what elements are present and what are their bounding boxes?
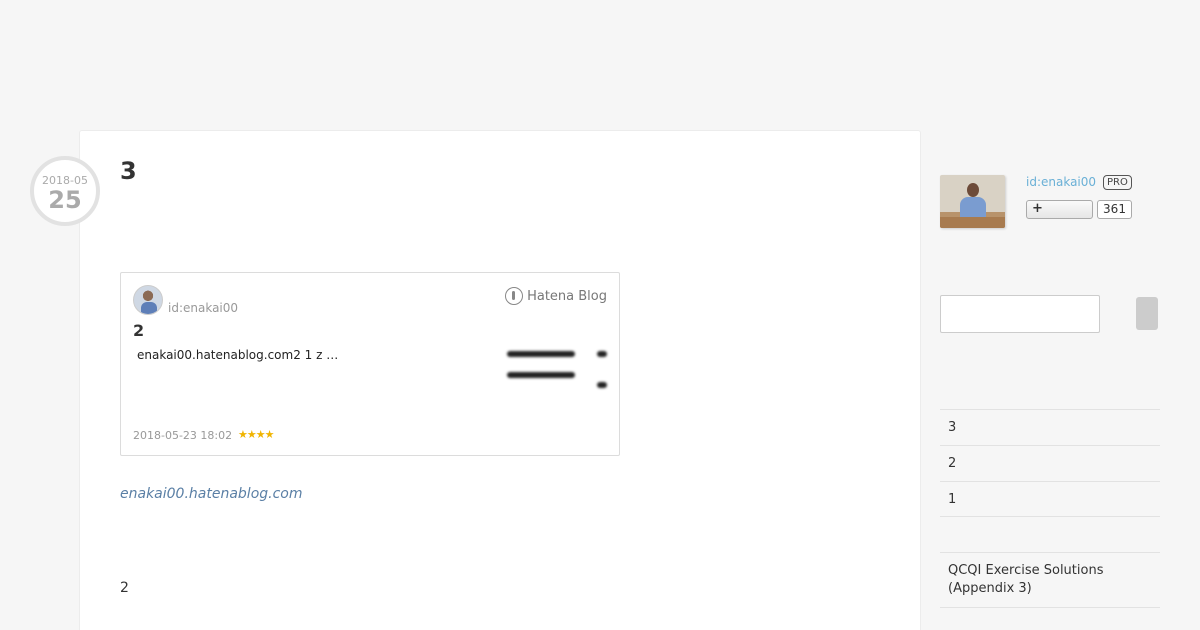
entry-title[interactable]: 3 — [120, 157, 137, 185]
entry-link[interactable]: enakai00.hatenablog.com — [120, 486, 303, 502]
date-day: 25 — [48, 186, 82, 214]
hatena-blog-logo[interactable]: Hatena Blog — [505, 287, 607, 305]
recent-entry-item[interactable]: 1 — [940, 481, 1160, 517]
author-avatar[interactable] — [133, 285, 163, 315]
recent-entries-list: 3 2 1 — [940, 409, 1160, 517]
thumbnail-stroke — [597, 351, 607, 357]
follow-button[interactable]: + — [1026, 200, 1093, 219]
profile-avatar-head — [967, 183, 979, 197]
hatena-stars[interactable]: ★★★★ — [238, 428, 274, 441]
embed-date: 2018-05-23 18:02 — [133, 429, 233, 442]
blog-embed-card[interactable]: id:enakai00 Hatena Blog 2 enakai00.haten… — [120, 272, 620, 456]
search-button[interactable] — [1136, 297, 1158, 330]
recent-entry-item[interactable]: 2 — [940, 445, 1160, 481]
plus-icon: + — [1032, 201, 1043, 216]
embed-author-id[interactable]: id:enakai00 — [168, 301, 238, 315]
category-list: QCQI Exercise Solutions (Appendix 3) — [940, 552, 1160, 608]
hatena-logo-text: Hatena Blog — [527, 288, 607, 304]
profile-id-link[interactable]: id:enakai00 — [1026, 175, 1096, 189]
entry-paragraph: 2 — [120, 580, 129, 596]
search-input[interactable] — [940, 295, 1100, 333]
profile-avatar-podium — [940, 217, 1005, 228]
follower-count[interactable]: 361 — [1097, 200, 1132, 219]
thumbnail-stroke — [507, 372, 575, 378]
embed-title[interactable]: 2 — [133, 321, 144, 340]
profile-avatar[interactable] — [940, 175, 1005, 228]
embed-thumbnail[interactable] — [507, 349, 607, 393]
profile-avatar-body — [960, 197, 986, 217]
date-badge: 2018-05 25 — [30, 156, 100, 226]
recent-entry-item[interactable]: 3 — [940, 409, 1160, 445]
thumbnail-stroke — [507, 351, 575, 357]
pro-badge: PRO — [1103, 175, 1132, 190]
embed-description: enakai00.hatenablog.com2 1 z … — [137, 348, 339, 362]
category-item[interactable]: QCQI Exercise Solutions (Appendix 3) — [940, 552, 1160, 608]
hatena-logo-icon — [505, 287, 524, 305]
thumbnail-stroke — [597, 382, 607, 388]
